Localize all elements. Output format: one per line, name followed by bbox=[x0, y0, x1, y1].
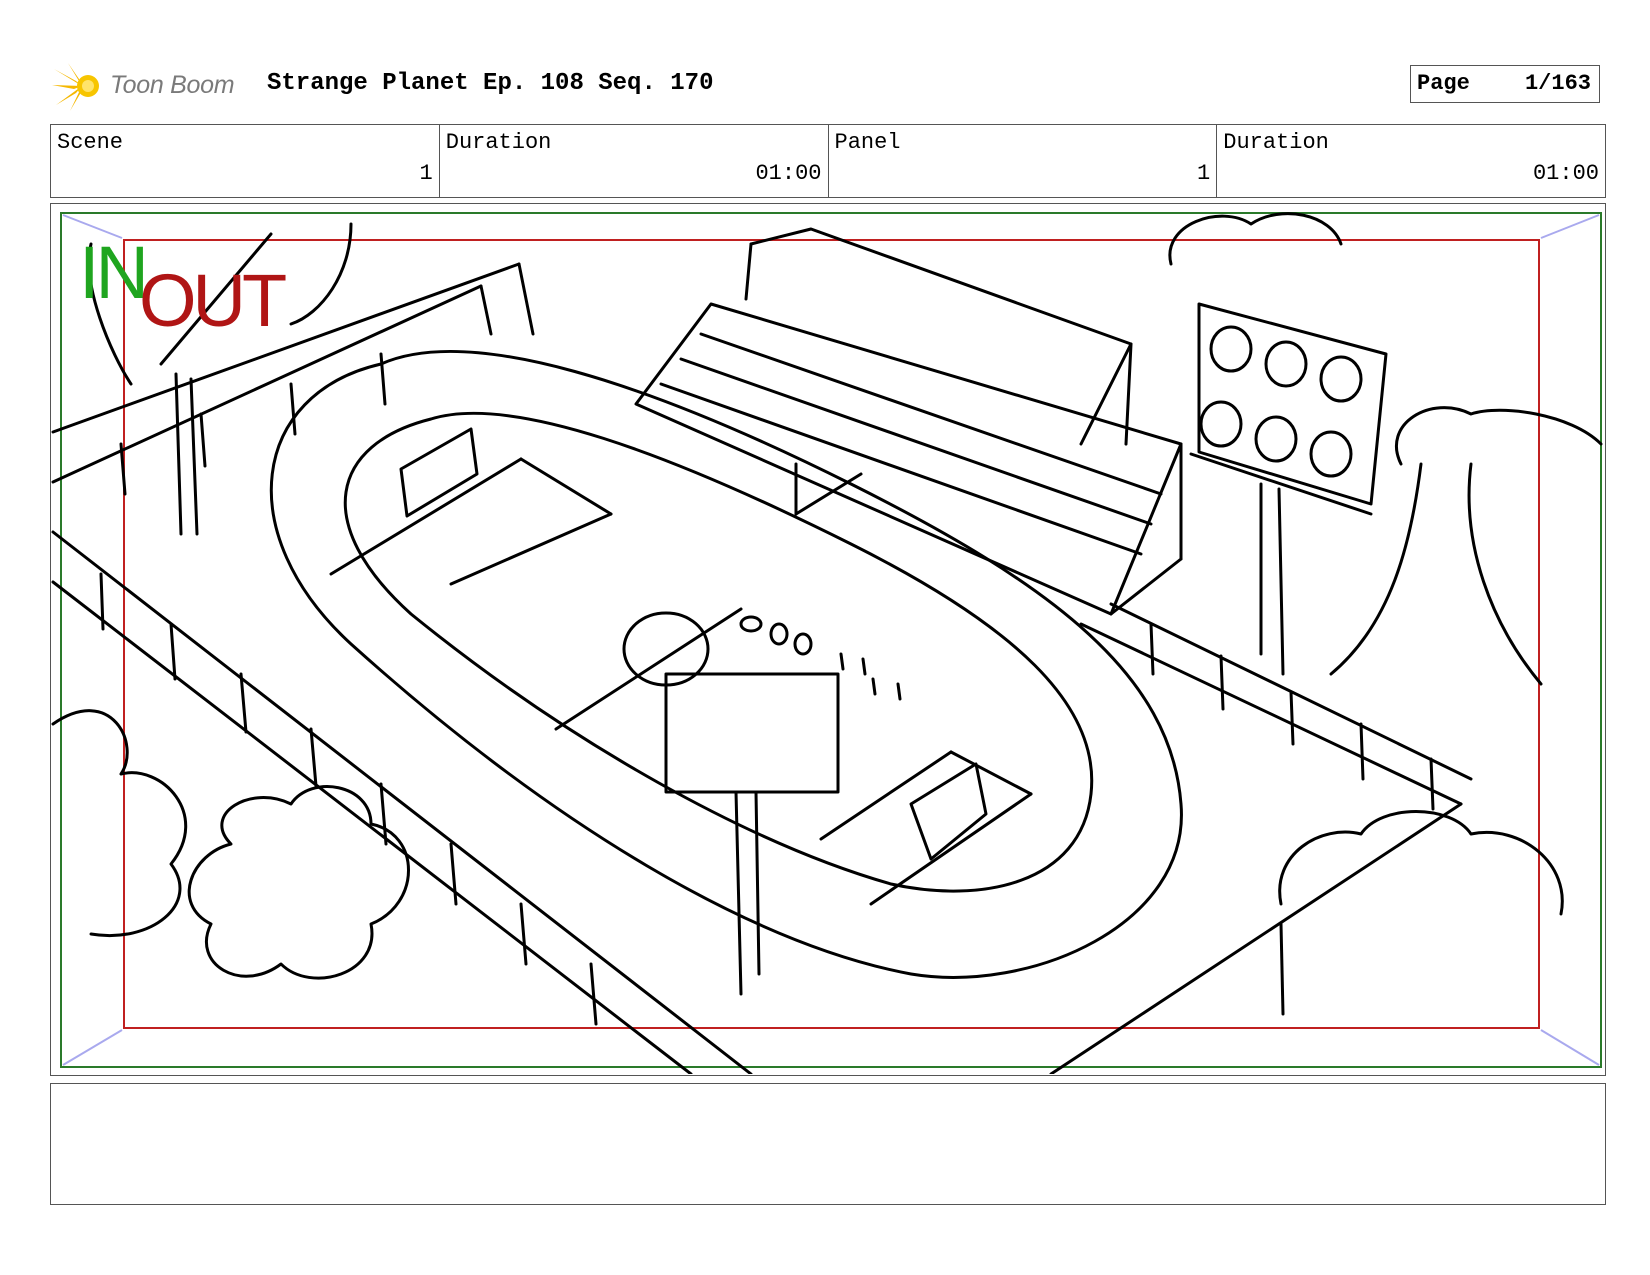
storyboard-header: Toon Boom Strange Planet Ep. 108 Seq. 17… bbox=[52, 55, 1612, 115]
scene-duration-cell: Duration 01:00 bbox=[440, 125, 829, 197]
logo-text: Toon Boom bbox=[110, 71, 235, 99]
page-indicator: Page 1/163 bbox=[1410, 65, 1600, 103]
panel-cell: Panel 1 bbox=[829, 125, 1218, 197]
out-label: OUT bbox=[139, 259, 287, 342]
page-number: 1/163 bbox=[1524, 71, 1591, 96]
panel-notes-area bbox=[50, 1083, 1606, 1205]
page-label: Page bbox=[1417, 71, 1470, 96]
scene-duration-label: Duration bbox=[445, 130, 552, 155]
panel-value: 1 bbox=[1197, 161, 1211, 186]
panel-duration-label: Duration bbox=[1223, 130, 1329, 155]
storyboard-panel-frame: IN OUT bbox=[50, 203, 1606, 1076]
panel-duration-value: 01:00 bbox=[1532, 161, 1599, 186]
scene-cell: Scene 1 bbox=[51, 125, 440, 197]
in-label: IN bbox=[79, 231, 149, 314]
scene-duration-value: 01:00 bbox=[755, 161, 822, 186]
panel-info-table: Scene 1 Duration 01:00 Panel 1 Duration … bbox=[50, 124, 1606, 198]
in-out-marker: IN OUT bbox=[79, 231, 309, 342]
scene-value: 1 bbox=[419, 161, 433, 186]
corner-arrows bbox=[62, 214, 1600, 1066]
panel-label: Panel bbox=[834, 130, 901, 155]
out-safe-area bbox=[123, 239, 1540, 1029]
starburst-icon bbox=[52, 63, 99, 111]
scene-label: Scene bbox=[57, 130, 124, 155]
toon-boom-logo: Toon Boom bbox=[52, 59, 252, 113]
panel-duration-cell: Duration 01:00 bbox=[1217, 125, 1605, 197]
storyboard-title: Strange Planet Ep. 108 Seq. 170 bbox=[267, 70, 714, 97]
